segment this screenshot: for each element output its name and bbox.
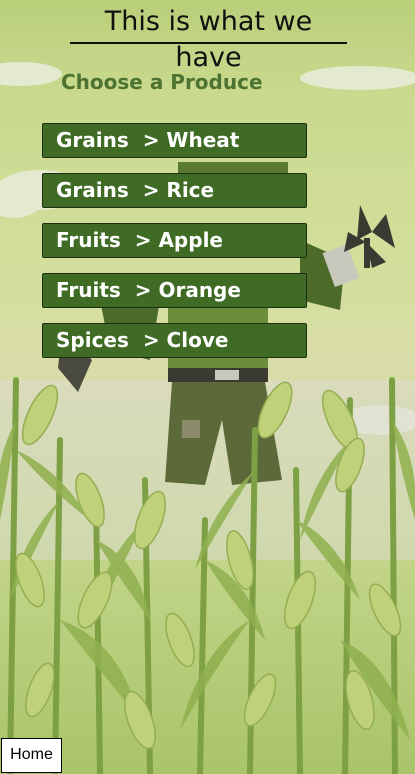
home-button[interactable]: Home <box>1 738 62 773</box>
produce-menu: Grains > Wheat Grains > Rice Fruits > Ap… <box>42 123 307 373</box>
page-title: This is what we have <box>70 4 347 73</box>
produce-button-grains-wheat[interactable]: Grains > Wheat <box>42 123 307 158</box>
produce-button-fruits-orange[interactable]: Fruits > Orange <box>42 273 307 308</box>
produce-button-grains-rice[interactable]: Grains > Rice <box>42 173 307 208</box>
scarecrow-cornfield-illustration <box>0 62 415 774</box>
produce-button-fruits-apple[interactable]: Fruits > Apple <box>42 223 307 258</box>
section-subtitle: Choose a Produce <box>61 70 263 94</box>
produce-button-spices-clove[interactable]: Spices > Clove <box>42 323 307 358</box>
